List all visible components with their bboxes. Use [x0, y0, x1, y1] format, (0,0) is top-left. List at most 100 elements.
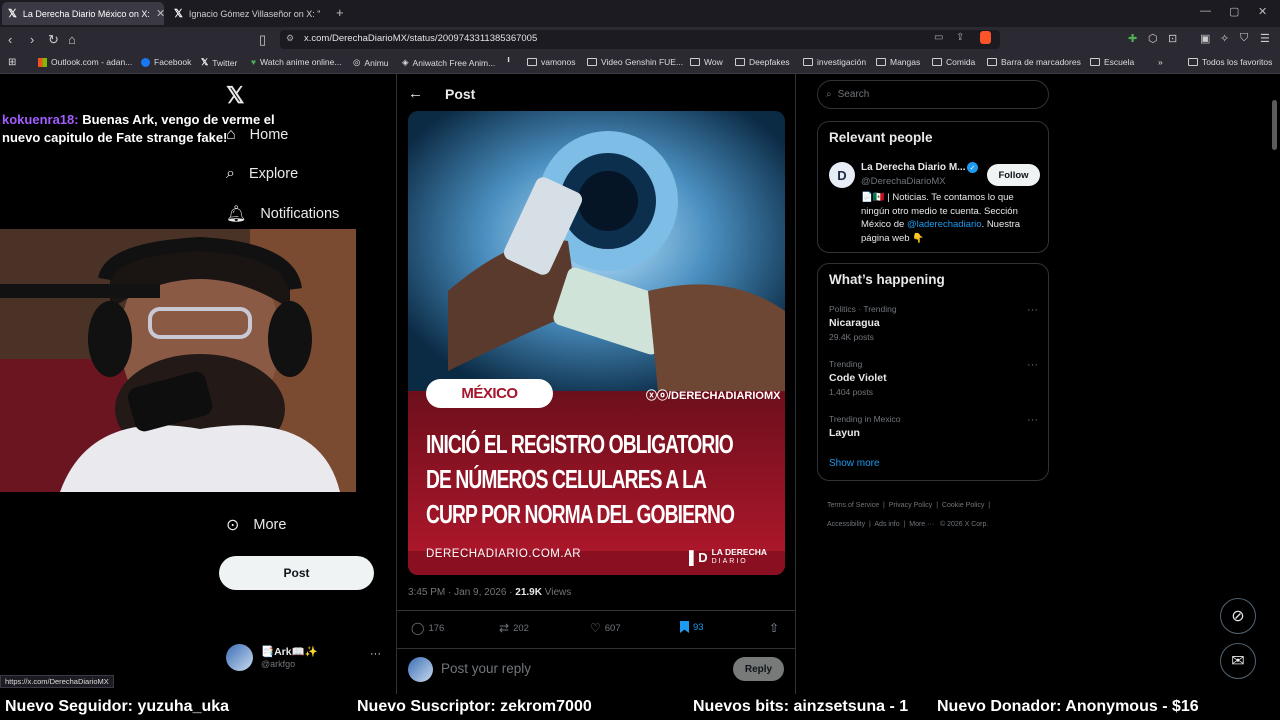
messages-button[interactable]: ✉	[1220, 643, 1256, 679]
bookmark-mangas[interactable]: Mangas	[876, 57, 920, 67]
trend-item[interactable]: Trending Code Violet 1,404 posts ···	[818, 357, 1048, 405]
person-name[interactable]: La Derecha Diario M...	[861, 162, 965, 173]
bookmark-count: 93	[693, 621, 704, 633]
more-dots-icon[interactable]: ···	[1027, 414, 1038, 426]
apps-grid-icon[interactable]: ⊞	[8, 57, 16, 68]
wallet-icon[interactable]: ▣	[1200, 32, 1210, 45]
close-tab-icon[interactable]: ✕	[326, 7, 328, 20]
more-circle-icon: ⊙	[226, 517, 240, 534]
account-switcher[interactable]: 📑Ark📖✨ @arkfgo ···	[226, 644, 386, 674]
bookmark-action[interactable]: 93	[680, 621, 704, 633]
bookmark-deepfakes[interactable]: Deepfakes	[735, 57, 790, 67]
vpn-icon[interactable]: ⛉	[1240, 32, 1248, 45]
bookmark-video-genshin[interactable]: Video Genshin FUE...	[587, 57, 683, 67]
bookmark-label: Mangas	[890, 57, 921, 67]
footer-link[interactable]: Accessibility	[827, 521, 865, 528]
image-tag: MÉXICO	[426, 379, 553, 408]
ticker-follower: Nuevo Seguidor: yuzuha_uka	[5, 698, 230, 715]
tab-ignacio[interactable]: 𝕏 Ignacio Gómez Villaseñor on X: " ✕	[168, 2, 328, 25]
bookmark-pin[interactable]: ╹	[506, 57, 511, 68]
scrollbar-thumb[interactable]	[1272, 100, 1277, 150]
folder-icon	[987, 58, 997, 66]
bookmark-label: Barra de marcadores	[1001, 57, 1081, 67]
reply-button[interactable]: Reply	[733, 657, 784, 681]
minimize-icon[interactable]: —	[1200, 5, 1211, 17]
post-button[interactable]: Post	[219, 556, 374, 590]
more-bookmarks-icon[interactable]: »	[1158, 57, 1163, 67]
close-window-icon[interactable]: ✕	[1258, 5, 1267, 18]
extension-icon[interactable]: ✚	[1128, 32, 1137, 45]
close-tab-icon[interactable]: ✕	[156, 7, 164, 20]
bookmark-investigacion[interactable]: investigación	[803, 57, 866, 67]
bookmark-label: Outlook.com - adan...	[51, 57, 133, 67]
avatar	[408, 657, 433, 682]
trend-item[interactable]: Trending in Mexico Layun ···	[818, 412, 1048, 446]
bookmark-barra[interactable]: Barra de marcadores	[987, 57, 1081, 67]
mail-icon: ✉	[1231, 653, 1245, 670]
bookmark-page-icon[interactable]: ▯	[259, 32, 266, 48]
bookmark-facebook[interactable]: Facebook	[141, 57, 191, 67]
x-logo-icon[interactable]: 𝕏	[226, 82, 245, 109]
bookmark-animu[interactable]: ◎ Animu	[353, 57, 389, 68]
bookmark-outlook[interactable]: Outlook.com - adan...	[38, 57, 132, 67]
new-tab-icon[interactable]: +	[336, 5, 344, 20]
nav-more[interactable]: ⊙ More	[226, 515, 286, 535]
grok-button[interactable]: ⊘	[1220, 598, 1256, 634]
bookmark-aniwatch[interactable]: ◈ Aniwatch Free Anim...	[402, 57, 495, 68]
follow-button[interactable]: Follow	[987, 164, 1040, 186]
nav-notifications[interactable]: 🔔︎ Notifications	[226, 204, 339, 224]
leo-icon[interactable]: ✧	[1220, 32, 1229, 45]
brave-shield-icon[interactable]	[980, 31, 991, 44]
post-image[interactable]: MÉXICO ⓧⓞ/DERECHADIARIOMX INICIÓ EL REGI…	[408, 111, 785, 575]
bookmark-vamonos[interactable]: vamonos	[527, 57, 576, 67]
menu-icon[interactable]: ☰	[1260, 32, 1270, 45]
screenshot-icon[interactable]: ⊡	[1168, 32, 1177, 45]
footer-link[interactable]: More ···	[909, 521, 934, 528]
post-time[interactable]: 3:45 PM · Jan 9, 2026 ·	[408, 587, 515, 598]
footer-link[interactable]: Privacy Policy	[889, 502, 933, 509]
bookmark-twitter[interactable]: 𝕏 Twitter	[201, 57, 237, 68]
tab-la-derecha[interactable]: 𝕏 La Derecha Diario México on X: ✕	[2, 2, 164, 25]
folder-icon	[876, 58, 886, 66]
forward-icon[interactable]: ›	[30, 32, 34, 47]
image-brand: ▌D LA DERECHA DIARIO	[689, 548, 767, 566]
reply-action[interactable]: ◯ 176	[411, 621, 444, 635]
share-action[interactable]: ⇧	[769, 621, 779, 635]
search-input[interactable]: ⌕ Search	[817, 80, 1049, 109]
avatar[interactable]: D	[829, 162, 855, 188]
bookmark-comida[interactable]: Comida	[932, 57, 975, 67]
panel-title: What’s happening	[829, 272, 945, 287]
share-icon[interactable]: ⇪	[956, 32, 964, 43]
repost-action[interactable]: ⇄ 202	[499, 621, 529, 635]
footer-link[interactable]: Cookie Policy	[942, 502, 984, 509]
x-favicon-icon: 𝕏	[8, 8, 17, 20]
more-dots-icon[interactable]: ···	[1027, 359, 1038, 371]
bookmark-watch-anime[interactable]: ♥ Watch anime online...	[251, 57, 341, 67]
reply-composer: Post your reply Reply	[396, 648, 796, 688]
home-icon[interactable]: ⌂	[68, 32, 76, 47]
ticker-donor: Nuevo Donador: Anonymous - $16	[937, 698, 1199, 715]
url-text[interactable]: x.com/DerechaDiarioMX/status/20097433113…	[304, 33, 537, 44]
back-arrow-icon[interactable]: ←	[408, 85, 423, 102]
screen-icon[interactable]: ▭	[934, 32, 943, 43]
bio-mention-link[interactable]: @laderechadiario	[907, 219, 982, 230]
bookmark-escuela[interactable]: Escuela	[1090, 57, 1134, 67]
back-icon[interactable]: ‹	[8, 32, 12, 47]
site-info-icon[interactable]: ⚙	[286, 33, 294, 44]
bookmark-wow[interactable]: Wow	[690, 57, 723, 67]
footer-link[interactable]: Terms of Service	[827, 502, 879, 509]
extensions-icon[interactable]: ⬡	[1148, 32, 1158, 45]
reload-icon[interactable]: ↻	[48, 32, 59, 48]
like-action[interactable]: ♡ 607	[590, 621, 621, 635]
reply-input[interactable]: Post your reply	[441, 661, 531, 676]
footer-link[interactable]: Ads info	[874, 521, 899, 528]
restore-icon[interactable]: ▢	[1229, 5, 1239, 18]
show-more-link[interactable]: Show more	[829, 458, 880, 469]
bookmark-label: Deepfakes	[749, 57, 790, 67]
trend-item[interactable]: Politics · Trending Nicaragua 29.4K post…	[818, 302, 1048, 350]
pin-icon: ╹	[506, 57, 512, 67]
nav-explore[interactable]: ⌕ Explore	[226, 165, 298, 183]
address-bar[interactable]: ⚙ x.com/DerechaDiarioMX/status/200974331…	[280, 30, 1000, 49]
bookmark-all[interactable]: Todos los favoritos	[1188, 57, 1272, 67]
more-dots-icon[interactable]: ···	[1027, 304, 1038, 316]
